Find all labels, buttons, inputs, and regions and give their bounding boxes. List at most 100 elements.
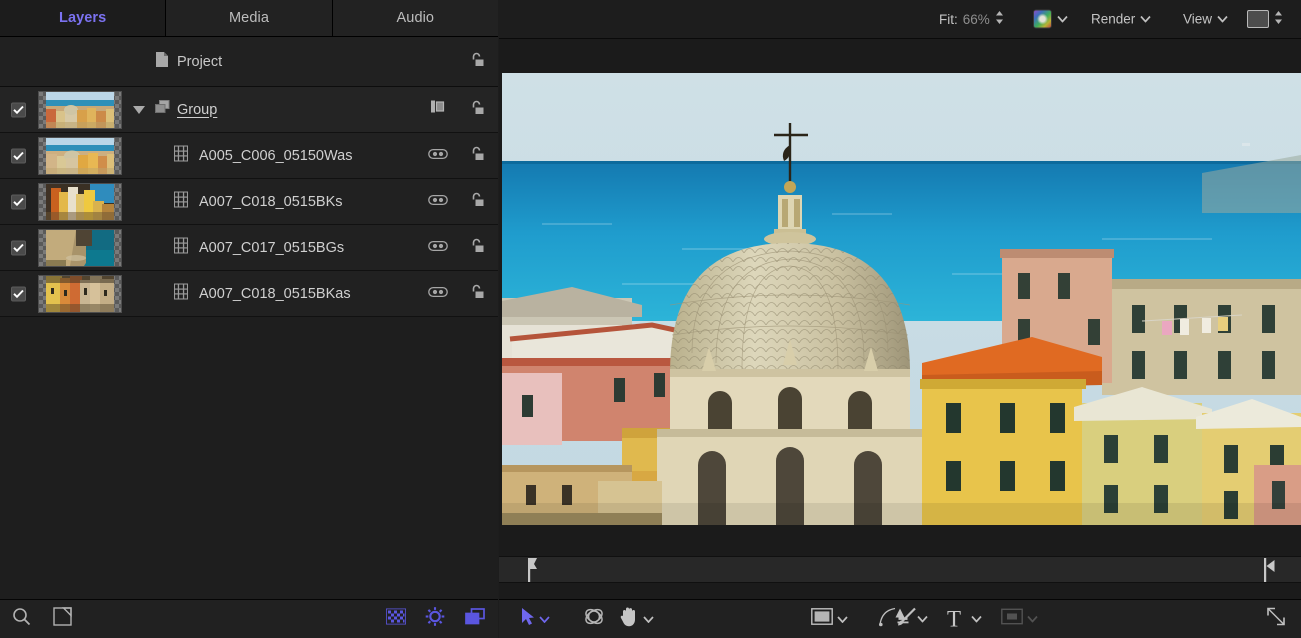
layer-list-empty-area[interactable] xyxy=(0,317,498,608)
render-menu[interactable]: Render xyxy=(1091,12,1151,27)
chevron-down-icon[interactable] xyxy=(1217,16,1228,23)
arrow-cursor-icon[interactable] xyxy=(521,607,535,631)
layer-thumbnail xyxy=(38,229,122,267)
expand-diagonal-icon[interactable] xyxy=(1265,606,1287,633)
tab-audio[interactable]: Audio xyxy=(333,0,498,36)
layer-thumbnail xyxy=(38,183,122,221)
unlock-icon[interactable] xyxy=(469,99,486,121)
zoom-fit-control[interactable]: Fit: 66% xyxy=(939,10,1004,28)
filmstrip-icon xyxy=(174,145,188,166)
transparency-grid-icon[interactable] xyxy=(386,609,406,630)
canvas-top-toolbar: Fit: 66% Render xyxy=(499,0,1301,39)
layer-visibility-checkbox[interactable] xyxy=(11,148,26,163)
render-settings-icon[interactable] xyxy=(425,607,445,632)
view-menu-label: View xyxy=(1183,12,1212,27)
fullscreen-toggle[interactable] xyxy=(1265,606,1287,633)
project-row[interactable]: Project xyxy=(0,37,498,87)
layer-visibility-checkbox[interactable] xyxy=(11,240,26,255)
mask-icon[interactable] xyxy=(1001,609,1023,630)
chevron-down-icon[interactable] xyxy=(539,616,550,623)
shape-tool[interactable] xyxy=(811,608,848,630)
layer-thumbnail xyxy=(38,91,122,129)
new-layer-icon[interactable] xyxy=(53,607,72,631)
canvas-image[interactable] xyxy=(502,73,1301,525)
playhead-marker[interactable] xyxy=(526,558,540,587)
mask-tool[interactable] xyxy=(1001,609,1038,630)
link-icon[interactable] xyxy=(428,193,448,211)
layer-name-label[interactable]: A007_C018_0515BKas xyxy=(199,286,351,302)
project-label: Project xyxy=(177,54,222,70)
canvas-panel: Fit: 66% Render xyxy=(499,0,1301,638)
layer-row-clip-1[interactable]: A005_C006_05150Was xyxy=(0,133,498,179)
text-tool[interactable]: T xyxy=(947,608,982,631)
layer-list: Group xyxy=(0,87,498,608)
layer-name-label[interactable]: A005_C006_05150Was xyxy=(199,148,352,164)
text-tool-icon[interactable]: T xyxy=(947,608,961,631)
search-icon[interactable] xyxy=(12,607,31,631)
paint-brush-icon[interactable] xyxy=(896,606,918,633)
fit-label: Fit: xyxy=(939,12,958,27)
canvas-background-control[interactable] xyxy=(1247,10,1283,28)
layer-name-label[interactable]: A007_C017_0515BGs xyxy=(199,240,344,256)
hand-icon[interactable] xyxy=(619,606,639,632)
layer-row-clip-3[interactable]: A007_C017_0515BGs xyxy=(0,225,498,271)
canvas-background-icon xyxy=(1247,10,1269,28)
chevron-down-icon[interactable] xyxy=(1140,16,1151,23)
layer-row-group[interactable]: Group xyxy=(0,87,498,133)
motion-app-window: Layers Media Audio Project xyxy=(0,0,1301,638)
layer-row-clip-4[interactable]: A007_C018_0515BKas xyxy=(0,271,498,317)
filmstrip-icon xyxy=(174,191,188,212)
tab-media[interactable]: Media xyxy=(166,0,332,36)
filmstrip-icon xyxy=(174,237,188,258)
timeline-bar[interactable] xyxy=(499,556,1301,583)
filmstrip-icon xyxy=(174,283,188,304)
end-marker[interactable] xyxy=(1264,558,1276,587)
layers-panel-bottom-bar xyxy=(0,599,498,638)
color-channels-icon xyxy=(1033,10,1052,29)
group-disclosure-triangle[interactable] xyxy=(133,106,145,114)
unlock-icon[interactable] xyxy=(469,145,486,167)
link-icon[interactable] xyxy=(428,147,448,165)
document-icon xyxy=(155,51,169,73)
orbit-icon[interactable] xyxy=(583,606,605,633)
layers-panel: Layers Media Audio Project xyxy=(0,0,498,638)
unlock-icon[interactable] xyxy=(469,237,486,259)
chevron-down-icon[interactable] xyxy=(837,616,848,623)
stepper-icon[interactable] xyxy=(1274,10,1283,28)
zoom-level-value: 66% xyxy=(963,12,990,27)
layer-visibility-checkbox[interactable] xyxy=(11,194,26,209)
layer-visibility-checkbox[interactable] xyxy=(11,286,26,301)
unlock-icon[interactable] xyxy=(469,283,486,305)
view-menu[interactable]: View xyxy=(1183,12,1228,27)
chevron-down-icon[interactable] xyxy=(1057,16,1068,23)
isolate-icon[interactable] xyxy=(431,100,448,119)
show-layers-icon[interactable] xyxy=(465,608,485,630)
select-transform-tool[interactable] xyxy=(521,607,550,631)
layer-row-clip-2[interactable]: A007_C018_0515BKs xyxy=(0,179,498,225)
chevron-down-icon[interactable] xyxy=(1027,616,1038,623)
color-channels-control[interactable] xyxy=(1033,10,1068,29)
panel-tab-bar: Layers Media Audio xyxy=(0,0,498,37)
unlock-icon[interactable] xyxy=(469,191,486,213)
layer-thumbnail xyxy=(38,137,122,175)
layer-name-label[interactable]: A007_C018_0515BKs xyxy=(199,194,343,210)
chevron-down-icon[interactable] xyxy=(971,616,982,623)
timeline-area xyxy=(499,539,1301,599)
3d-transform-tool[interactable] xyxy=(583,606,605,633)
group-layers-icon xyxy=(155,100,172,120)
tab-layers[interactable]: Layers xyxy=(0,0,166,36)
stepper-icon[interactable] xyxy=(995,10,1004,28)
layer-visibility-checkbox[interactable] xyxy=(11,102,26,117)
rectangle-icon[interactable] xyxy=(811,608,833,630)
paint-stroke-tool[interactable] xyxy=(896,606,918,633)
chevron-down-icon[interactable] xyxy=(643,616,654,623)
link-icon[interactable] xyxy=(428,239,448,257)
layer-name-label[interactable]: Group xyxy=(177,102,217,118)
pan-tool[interactable] xyxy=(619,606,654,632)
canvas-bottom-toolbar: T xyxy=(499,599,1301,638)
unlock-icon[interactable] xyxy=(469,51,486,73)
layer-thumbnail xyxy=(38,275,122,313)
chevron-down-icon[interactable] xyxy=(917,616,928,623)
link-icon[interactable] xyxy=(428,285,448,303)
viewer-canvas[interactable] xyxy=(499,39,1301,539)
